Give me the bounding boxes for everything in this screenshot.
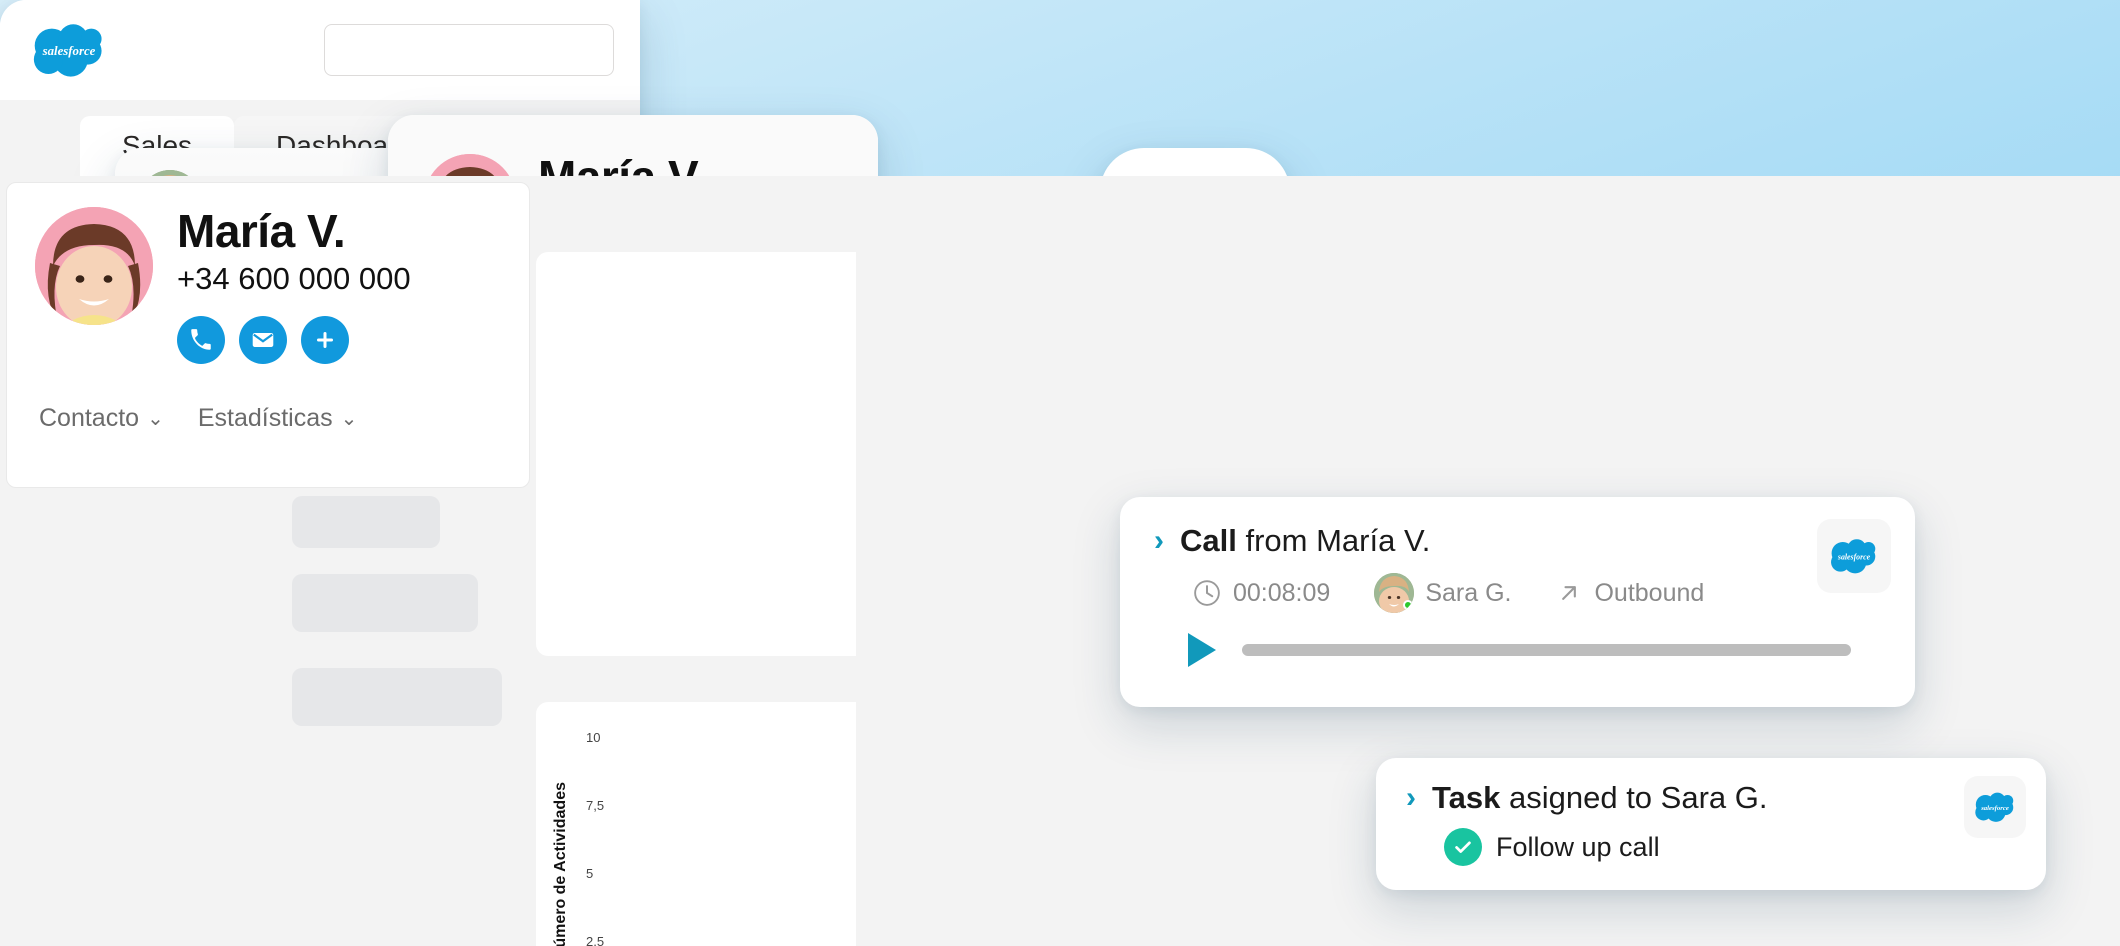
call-action-button[interactable] — [177, 315, 225, 364]
chart-y-tick: 7,5 — [586, 798, 605, 813]
activities-chart-panel: Número de Actividades 10 7,5 5 2,5 — [536, 702, 856, 946]
plus-icon — [317, 331, 333, 348]
call-notification-title-rest: from María V. — [1245, 523, 1431, 558]
section-contacto[interactable]: Contacto ⌄ — [39, 404, 164, 433]
dashboard-panel-empty — [536, 252, 856, 656]
chevron-right-icon[interactable]: › — [1406, 783, 1416, 813]
presence-indicator — [1403, 600, 1414, 610]
call-direction-label: Outbound — [1594, 578, 1705, 607]
salesforce-logo-icon: salesforce — [1831, 539, 1876, 574]
task-notification-title-bold: Task — [1432, 780, 1501, 815]
task-subtitle-row: Follow up call — [1406, 828, 2020, 866]
chart-y-axis-label: Número de Actividades — [552, 782, 569, 946]
chevron-right-icon[interactable]: › — [1154, 526, 1164, 556]
chart-y-tick: 10 — [586, 730, 601, 745]
call-agent: Sara G. — [1374, 573, 1511, 613]
salesforce-contact-phone: +34 600 000 000 — [177, 260, 411, 296]
salesforce-quick-actions — [177, 315, 411, 364]
section-estadisticas-label: Estadísticas — [197, 403, 333, 432]
add-action-button[interactable] — [301, 315, 349, 364]
arrow-up-right-icon — [1562, 586, 1577, 600]
call-duration: 00:08:09 — [1192, 578, 1330, 608]
svg-text:salesforce: salesforce — [1980, 805, 2009, 812]
check-circle-icon — [1444, 828, 1482, 866]
salesforce-topbar: salesforce — [0, 0, 640, 100]
playback-progress-bar[interactable] — [1242, 644, 1851, 656]
skeleton-block — [292, 668, 502, 726]
call-agent-name: Sara G. — [1425, 578, 1512, 607]
salesforce-search-input[interactable] — [324, 24, 614, 76]
avatar-maria-v — [35, 207, 153, 325]
phone-icon — [191, 328, 211, 350]
chevron-down-icon: ⌄ — [147, 407, 164, 430]
avatar-sara-g — [1374, 573, 1415, 613]
task-notification-card[interactable]: › Task asigned to Sara G. Follow up call… — [1376, 758, 2046, 890]
section-estadisticas[interactable]: Estadísticas ⌄ — [198, 404, 358, 433]
task-notification-title: › Task asigned to Sara G. — [1406, 780, 2020, 816]
salesforce-content: Número de Actividades 10 7,5 5 2,5 María… — [0, 176, 2120, 946]
call-notification-meta: 00:08:09 Sara G. Outbound — [1154, 573, 1885, 613]
salesforce-contact-name: María V. — [177, 205, 346, 257]
call-recording-player[interactable] — [1154, 633, 1885, 667]
chart-y-tick: 5 — [586, 866, 594, 881]
skeleton-block — [292, 496, 440, 548]
task-notification-title-rest: asigned to Sara G. — [1508, 780, 1768, 815]
call-duration-value: 00:08:09 — [1233, 578, 1331, 607]
salesforce-badge: salesforce — [1964, 776, 2026, 838]
call-notification-card[interactable]: › Call from María V. 00:08:09 Sara G. Ou… — [1120, 497, 1915, 707]
chevron-down-icon: ⌄ — [340, 407, 358, 430]
email-action-button[interactable] — [239, 315, 287, 364]
task-subtitle: Follow up call — [1496, 831, 1660, 862]
skeleton-block — [292, 574, 478, 632]
salesforce-logo-icon: salesforce — [33, 24, 102, 77]
salesforce-contact-card: María V. +34 600 000 000 Contacto ⌄ Esta… — [6, 182, 530, 488]
envelope-icon — [252, 332, 274, 347]
illustration-canvas: Sara G. +34 917 370 2 600 000 000 1 2ABC… — [0, 0, 2120, 946]
section-contacto-label: Contacto — [39, 403, 140, 432]
svg-text:salesforce: salesforce — [1837, 552, 1871, 561]
play-icon[interactable] — [1188, 633, 1216, 667]
salesforce-logo-icon: salesforce — [1975, 792, 2014, 822]
call-notification-title: › Call from María V. — [1154, 523, 1885, 559]
call-direction: Outbound — [1555, 579, 1704, 608]
salesforce-contact-sections: Contacto ⌄ Estadísticas ⌄ — [35, 404, 501, 433]
salesforce-badge: salesforce — [1817, 519, 1891, 593]
call-notification-title-bold: Call — [1180, 523, 1237, 558]
svg-text:salesforce: salesforce — [42, 44, 96, 58]
clock-icon — [1194, 580, 1220, 606]
